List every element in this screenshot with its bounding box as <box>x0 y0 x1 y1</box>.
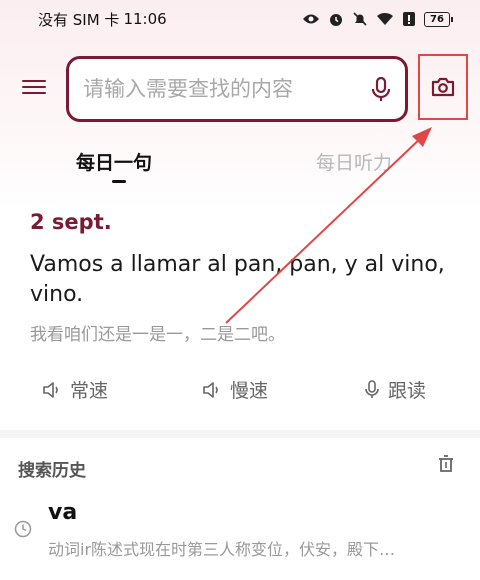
play-slow-label: 慢速 <box>230 380 269 402</box>
follow-read-label: 跟读 <box>388 380 427 402</box>
play-slow-button[interactable]: 慢速 <box>202 376 268 403</box>
history-word: va <box>48 500 78 525</box>
play-normal-label: 常速 <box>70 380 109 402</box>
mute-bell-icon <box>353 12 367 26</box>
speaker-icon <box>203 381 218 398</box>
daily-sentence: Vamos a llamar al pan, pan, y al vino, v… <box>30 252 445 307</box>
trash-icon[interactable] <box>436 454 456 474</box>
status-time: 11:06 <box>123 10 167 28</box>
tab-daily-listening[interactable]: 每日听力 <box>316 148 392 175</box>
history-list-item[interactable]: va 动词ir陈述式现在时第三人称变位，伏安，殿下… <box>0 496 480 580</box>
follow-read-button[interactable]: 跟读 <box>364 376 426 403</box>
clock-icon <box>14 520 32 538</box>
daily-translation: 我看咱们还是一是一，二是二吧。 <box>30 325 285 345</box>
search-box[interactable] <box>66 56 408 122</box>
eye-icon <box>303 14 319 24</box>
wifi-icon <box>377 12 393 25</box>
battery-icon: 76 <box>424 11 453 27</box>
history-description: 动词ir陈述式现在时第三人称变位，伏安，殿下… <box>48 540 396 559</box>
playback-actions: 常速 慢速 跟读 <box>0 376 480 410</box>
camera-button[interactable] <box>418 54 468 120</box>
alarm-icon <box>330 14 342 26</box>
tab-daily-sentence[interactable]: 每日一句 <box>76 148 152 175</box>
microphone-icon <box>365 379 379 398</box>
search-row <box>0 54 480 124</box>
search-input[interactable] <box>83 77 353 101</box>
tab-indicator <box>112 180 126 183</box>
tab-bar: 每日一句 每日听力 <box>0 148 480 188</box>
carrier-text: 没有 SIM 卡 <box>38 10 120 29</box>
microphone-icon[interactable] <box>371 77 391 103</box>
section-divider <box>0 430 480 438</box>
speaker-icon <box>43 381 58 398</box>
history-title: 搜索历史 <box>18 461 86 481</box>
alert-icon <box>403 12 415 26</box>
status-bar: 没有 SIM 卡 11:06 76 <box>0 0 480 38</box>
menu-icon[interactable] <box>22 76 46 100</box>
daily-date: 2 sept. <box>30 210 112 234</box>
camera-icon <box>431 77 455 97</box>
play-normal-button[interactable]: 常速 <box>42 376 108 403</box>
